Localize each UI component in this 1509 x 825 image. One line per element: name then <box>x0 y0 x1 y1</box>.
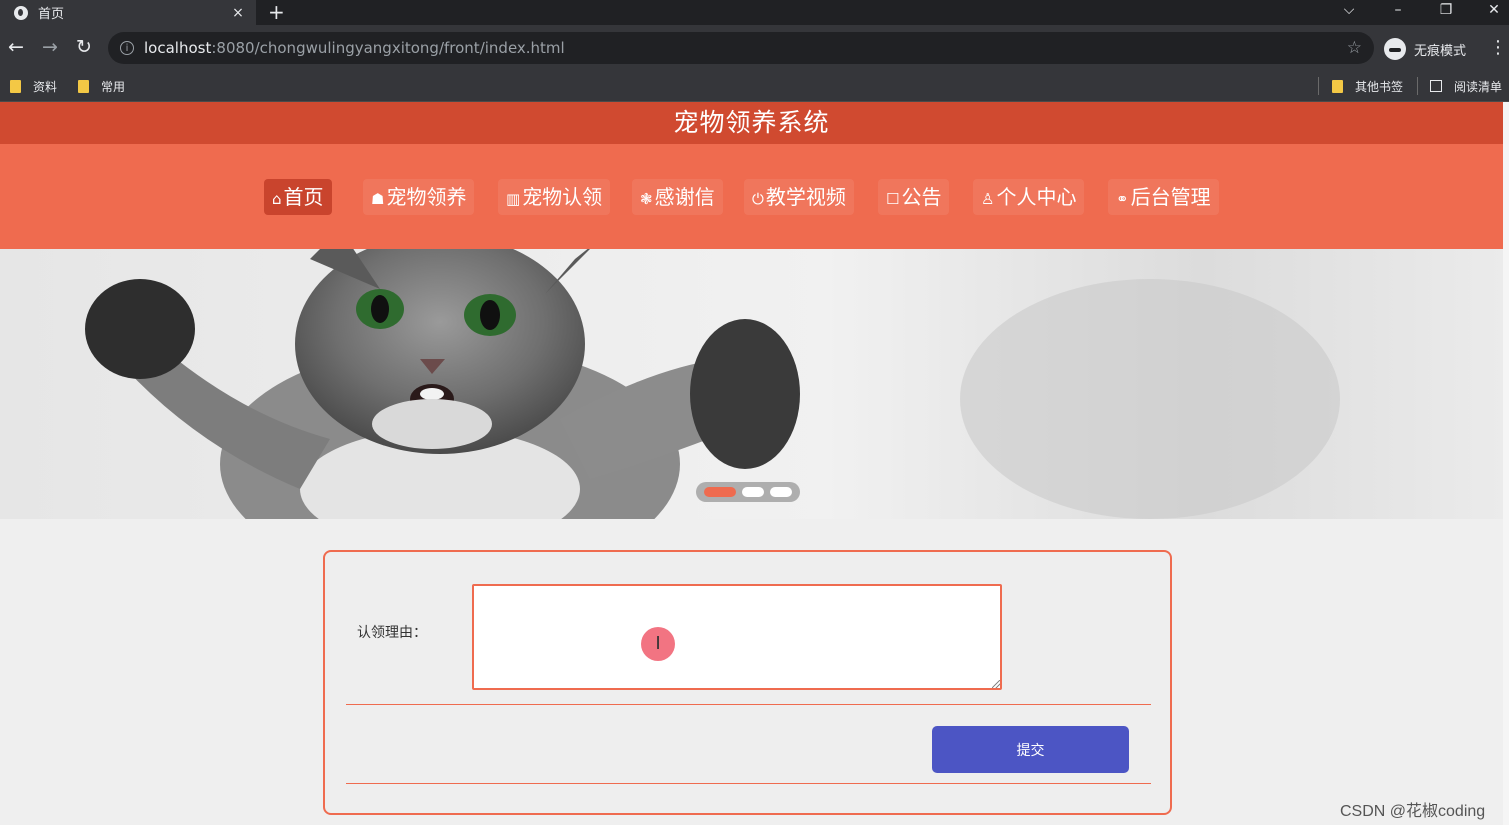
home-icon: ⌂ <box>272 190 282 208</box>
nav-pet-claim[interactable]: ▥ 宠物认领 <box>498 179 611 215</box>
other-bookmarks-label: 其他书签 <box>1355 79 1404 94</box>
nav-label: 宠物领养 <box>386 185 467 209</box>
minimize-icon[interactable]: – <box>1383 0 1413 22</box>
url-host: localhost <box>144 39 212 57</box>
carousel-dot-active[interactable] <box>704 487 736 497</box>
browser-tabstrip: 首页 × + ⌵ – ❐ ✕ <box>0 0 1509 25</box>
nav-admin[interactable]: ⚭ 后台管理 <box>1108 179 1219 215</box>
reading-list[interactable]: 阅读清单 <box>1430 77 1502 95</box>
new-tab-icon[interactable]: + <box>268 0 285 25</box>
other-bookmarks[interactable]: 其他书签 <box>1332 77 1403 95</box>
bookmark-star-icon[interactable]: ☆ <box>1347 38 1362 58</box>
user-icon: ♙ <box>981 190 995 208</box>
nav-tutorial-videos[interactable]: ⏻ 教学视频 <box>744 179 854 215</box>
reload-icon[interactable]: ↻ <box>72 35 96 59</box>
nav-label: 个人中心 <box>996 185 1077 209</box>
nav-label: 后台管理 <box>1130 185 1211 209</box>
flower-icon: ❃ <box>640 190 653 208</box>
browser-toolbar: ← → ↻ i localhost:8080/chongwulingyangxi… <box>0 25 1509 71</box>
url-path: :8080/chongwulingyangxitong/front/index.… <box>211 39 565 57</box>
text-cursor-icon: I <box>641 627 675 661</box>
nav-label: 感谢信 <box>654 185 715 209</box>
banner-kitten-image <box>0 249 1503 519</box>
folder-icon <box>10 79 21 93</box>
bookmark-folder-changyong[interactable]: 常用 <box>78 77 125 95</box>
document-icon: ☐ <box>886 190 900 208</box>
incognito-label: 无痕模式 <box>1414 43 1467 59</box>
scrollbar[interactable] <box>1503 102 1509 825</box>
carousel-dot[interactable] <box>742 487 764 497</box>
reason-textarea[interactable] <box>472 584 1002 690</box>
tab-title: 首页 <box>38 7 65 22</box>
nav-label: 首页 <box>283 185 324 209</box>
bookmarks-divider <box>1318 77 1319 95</box>
banner-carousel[interactable] <box>0 249 1503 519</box>
nav-announcements[interactable]: ☐ 公告 <box>878 179 950 215</box>
nav-pet-adoption[interactable]: ☗ 宠物领养 <box>363 179 475 215</box>
graduation-cap-icon: ☗ <box>371 190 385 208</box>
nav-personal-center[interactable]: ♙ 个人中心 <box>973 179 1085 215</box>
tab-search-icon[interactable]: ⌵ <box>1334 0 1364 22</box>
carousel-indicators <box>696 482 800 502</box>
bookmarks-bar: 资料 常用 其他书签 阅读清单 <box>0 71 1509 102</box>
reason-label: 认领理由： <box>357 625 427 641</box>
back-icon[interactable]: ← <box>4 35 28 59</box>
divider <box>346 704 1151 705</box>
nav-home[interactable]: ⌂ 首页 <box>264 179 332 215</box>
info-icon[interactable]: i <box>120 41 134 55</box>
reading-list-label: 阅读清单 <box>1454 79 1503 94</box>
watermark: CSDN @花椒coding <box>1340 803 1486 820</box>
submit-button[interactable]: 提交 <box>932 726 1129 773</box>
forward-icon[interactable]: → <box>38 35 62 59</box>
close-window-icon[interactable]: ✕ <box>1479 0 1509 22</box>
nav-label: 宠物认领 <box>522 185 603 209</box>
bookmark-folder-ziliao[interactable]: 资料 <box>10 77 57 95</box>
incognito-indicator[interactable]: 无痕模式 <box>1384 38 1466 60</box>
close-tab-icon[interactable]: × <box>228 5 248 21</box>
reading-list-icon <box>1430 80 1442 92</box>
grid-icon: ▥ <box>506 190 521 208</box>
nav-label: 教学视频 <box>765 185 846 209</box>
browser-menu-icon[interactable]: ⋮ <box>1489 37 1507 58</box>
address-bar[interactable]: i localhost:8080/chongwulingyangxitong/f… <box>108 32 1374 64</box>
bookmark-label: 资料 <box>33 79 58 94</box>
incognito-icon <box>1384 38 1406 60</box>
power-icon: ⏻ <box>752 190 764 208</box>
resize-handle-icon[interactable] <box>992 680 1000 688</box>
site-title: 宠物领养系统 <box>673 108 830 137</box>
browser-tab[interactable]: 首页 × <box>0 0 256 25</box>
folder-icon <box>1332 79 1343 93</box>
nav-thank-you-letter[interactable]: ❃ 感谢信 <box>632 179 723 215</box>
restore-icon[interactable]: ❐ <box>1431 0 1461 22</box>
nav-label: 公告 <box>901 185 942 209</box>
claim-form: 认领理由： I 提交 <box>323 550 1172 815</box>
site-favicon-icon <box>14 5 28 20</box>
site-header: 宠物领养系统 <box>0 102 1503 144</box>
page-content: 宠物领养系统 ⌂ 首页 ☗ 宠物领养 ▥ 宠物认领 ❃ 感谢信 ⏻ 教学视频 ☐ 公告 ♙ 个… <box>0 102 1503 825</box>
divider <box>346 783 1151 784</box>
link-icon: ⚭ <box>1116 190 1129 208</box>
carousel-dot[interactable] <box>770 487 792 497</box>
main-nav: ⌂ 首页 ☗ 宠物领养 ▥ 宠物认领 ❃ 感谢信 ⏻ 教学视频 ☐ 公告 ♙ 个人中心 ⚭ 后台… <box>0 144 1503 249</box>
bookmarks-divider <box>1417 77 1418 95</box>
folder-icon <box>78 79 89 93</box>
bookmark-label: 常用 <box>101 79 126 94</box>
